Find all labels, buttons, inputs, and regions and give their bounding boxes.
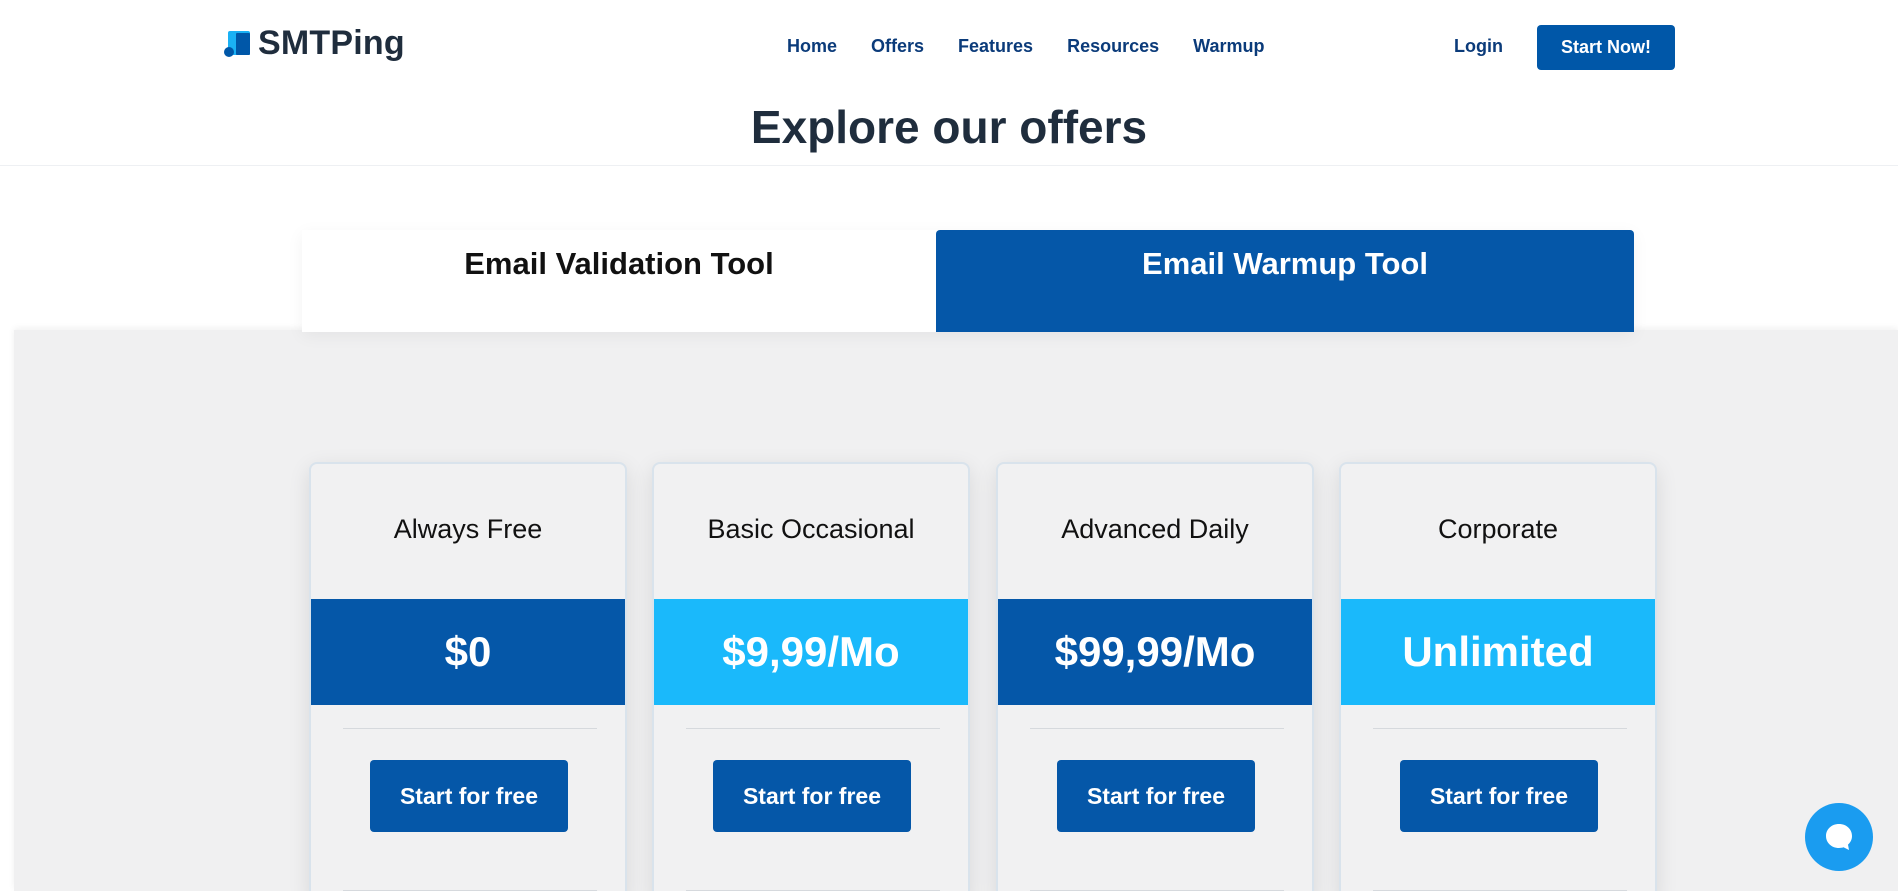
plan-card-corporate: Corporate Unlimited Start for free: [1339, 462, 1657, 891]
divider: [1373, 728, 1627, 729]
chat-widget-button[interactable]: [1805, 803, 1873, 871]
nav-warmup[interactable]: Warmup: [1193, 36, 1264, 57]
nav-features[interactable]: Features: [958, 36, 1033, 57]
main-nav: Home Offers Features Resources Warmup: [787, 36, 1264, 57]
page-title: Explore our offers: [750, 101, 1148, 153]
plan-price: Unlimited: [1341, 599, 1655, 705]
logo-text: SMTPing: [258, 24, 405, 62]
plan-name: Always Free: [393, 514, 543, 544]
product-tabs: Email Validation Tool Email Warmup Tool: [302, 230, 1634, 332]
logo[interactable]: SMTPing: [224, 24, 405, 63]
plan-price: $9,99/Mo: [654, 599, 968, 705]
logo-mark-icon: [224, 30, 250, 57]
start-for-free-button[interactable]: Start for free: [1400, 760, 1598, 832]
plan-price: $99,99/Mo: [998, 599, 1312, 705]
divider: [343, 728, 597, 729]
chat-bubble-icon: [1826, 824, 1852, 850]
start-for-free-button[interactable]: Start for free: [370, 760, 568, 832]
nav-resources[interactable]: Resources: [1067, 36, 1159, 57]
plan-card-basic-occasional: Basic Occasional $9,99/Mo Start for free: [652, 462, 970, 891]
plan-name: Corporate: [1437, 514, 1559, 544]
plan-name: Advanced Daily: [1061, 514, 1249, 544]
plan-price: $0: [311, 599, 625, 705]
nav-home[interactable]: Home: [787, 36, 837, 57]
plan-card-advanced-daily: Advanced Daily $99,99/Mo Start for free: [996, 462, 1314, 891]
login-link[interactable]: Login: [1454, 36, 1503, 57]
start-for-free-button[interactable]: Start for free: [713, 760, 911, 832]
start-now-button[interactable]: Start Now!: [1537, 25, 1675, 70]
nav-offers[interactable]: Offers: [871, 36, 924, 57]
divider: [1030, 728, 1284, 729]
tab-email-validation-tool[interactable]: Email Validation Tool: [302, 230, 936, 332]
start-for-free-button[interactable]: Start for free: [1057, 760, 1255, 832]
plan-card-always-free: Always Free $0 Start for free: [309, 462, 627, 891]
tab-email-warmup-tool[interactable]: Email Warmup Tool: [936, 230, 1634, 332]
plan-name: Basic Occasional: [707, 514, 915, 544]
divider: [686, 728, 940, 729]
